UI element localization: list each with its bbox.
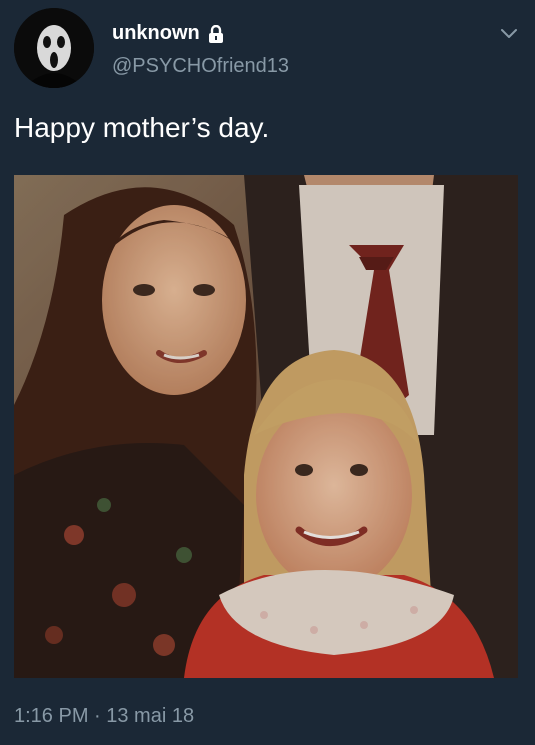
ghostface-mask-icon xyxy=(14,8,94,88)
author-name-row[interactable]: unknown xyxy=(112,22,224,45)
tweet-timestamp[interactable]: 1:16 PM · 13 mai 18 xyxy=(14,705,194,728)
lock-icon xyxy=(208,24,224,43)
avatar[interactable] xyxy=(14,8,94,88)
tweet-photo[interactable] xyxy=(14,175,518,678)
tweet-text: Happy mother’s day. xyxy=(14,112,270,143)
family-portrait-image xyxy=(14,175,518,678)
display-name[interactable]: unknown xyxy=(112,22,200,45)
user-handle[interactable]: @PSYCHOfriend13 xyxy=(112,55,289,78)
chevron-down-icon[interactable] xyxy=(498,22,520,44)
